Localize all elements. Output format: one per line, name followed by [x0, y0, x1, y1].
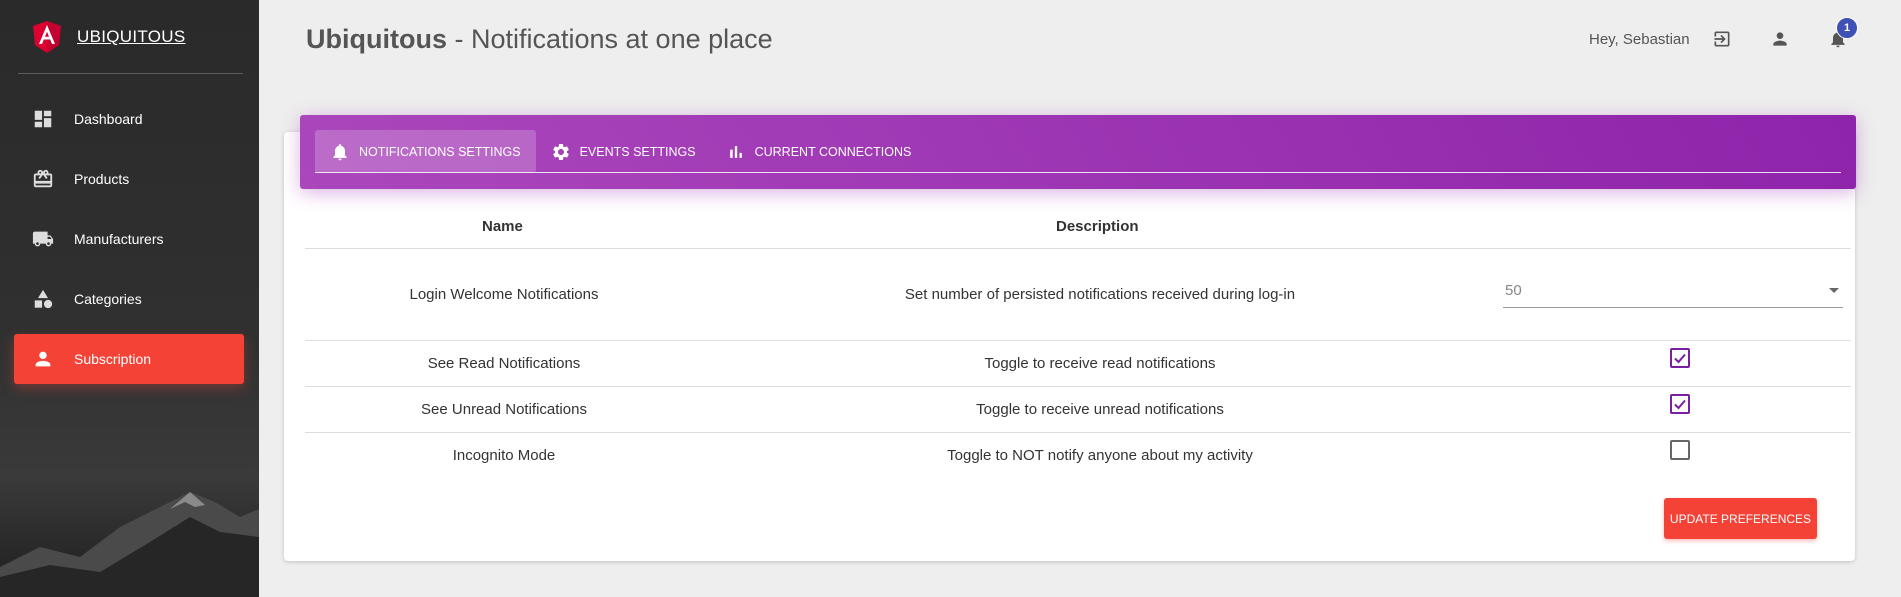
incognito-mode-checkbox[interactable]: [1670, 440, 1690, 460]
table-divider: [305, 386, 1851, 387]
settings-tabs: Notifications Settings Events Settings C…: [315, 130, 926, 173]
page-title-bold: Ubiquitous: [306, 24, 447, 54]
sidebar-item-label: Products: [74, 171, 130, 187]
row-name-see-read: See Read Notifications: [427, 355, 581, 372]
products-icon: [31, 167, 55, 191]
row-description-incognito: Toggle to NOT notify anyone about my act…: [947, 447, 1253, 464]
dashboard-icon: [31, 107, 55, 131]
user-greeting: Hey, Sebastian: [1589, 31, 1690, 48]
sidebar-item-label: Dashboard: [74, 111, 143, 127]
notification-count-badge: 1: [1836, 17, 1858, 39]
dropdown-arrow-icon: [1829, 288, 1839, 293]
brand-divider: [18, 73, 243, 74]
row-name-incognito: Incognito Mode: [452, 447, 556, 464]
page-title-rest: - Notifications at one place: [446, 24, 773, 54]
sidebar-item-manufacturers[interactable]: Manufacturers: [14, 214, 244, 264]
sidebar-item-products[interactable]: Products: [14, 154, 244, 204]
person-icon: [31, 347, 55, 371]
table-divider: [305, 248, 1851, 249]
checkmark-icon: [1674, 353, 1686, 364]
sidebar-item-dashboard[interactable]: Dashboard: [14, 94, 244, 144]
brand-name[interactable]: UBIQUITOUS: [77, 27, 185, 47]
select-value: 50: [1505, 282, 1522, 299]
sidebar-item-label: Subscription: [74, 351, 152, 367]
checkmark-icon: [1674, 399, 1686, 410]
tab-label: Events Settings: [579, 144, 696, 159]
page-title: Ubiquitous - Notifications at one place: [306, 24, 773, 55]
table-divider: [305, 432, 1851, 433]
sidebar-item-categories[interactable]: Categories: [14, 274, 244, 324]
row-description-see-read: Toggle to receive read notifications: [984, 355, 1216, 372]
settings-card: [284, 132, 1855, 561]
tab-current-connections[interactable]: Current Connections: [711, 130, 927, 173]
row-name-see-unread: See Unread Notifications: [421, 401, 587, 418]
row-description-login-welcome: Set number of persisted notifications re…: [904, 286, 1296, 303]
tab-label: Notifications Settings: [359, 144, 521, 159]
table-divider: [305, 340, 1851, 341]
category-icon: [31, 287, 55, 311]
row-name-login-welcome: Login Welcome Notifications: [409, 286, 599, 303]
brand[interactable]: UBIQUITOUS: [0, 0, 259, 74]
tab-notifications-settings[interactable]: Notifications Settings: [315, 130, 536, 173]
column-header-description: Description: [1056, 218, 1139, 235]
top-bar: Ubiquitous - Notifications at one place …: [259, 0, 1901, 80]
update-preferences-button[interactable]: Update Preferences: [1664, 498, 1817, 539]
sidebar-nav: Dashboard Products Manufacturers Categor…: [14, 94, 244, 394]
sidebar-item-label: Manufacturers: [74, 231, 164, 247]
tab-label: Current Connections: [754, 144, 912, 159]
sidebar-background-image: [0, 492, 259, 597]
see-unread-notifications-checkbox[interactable]: [1670, 394, 1690, 414]
truck-icon: [31, 227, 55, 251]
tabs-underline: [315, 172, 1841, 173]
sidebar-item-subscription[interactable]: Subscription: [14, 334, 244, 384]
see-read-notifications-checkbox[interactable]: [1670, 348, 1690, 368]
column-header-name: Name: [482, 218, 523, 235]
signal-bars-icon: [729, 145, 742, 158]
logout-icon[interactable]: [1710, 27, 1734, 51]
settings-card-header: Notifications Settings Events Settings C…: [300, 115, 1856, 189]
bell-icon: [333, 143, 347, 160]
row-description-see-unread: Toggle to receive unread notifications: [976, 401, 1224, 418]
user-profile-icon[interactable]: [1768, 27, 1792, 51]
tab-events-settings[interactable]: Events Settings: [536, 130, 711, 173]
sidebar-item-label: Categories: [74, 291, 142, 307]
login-notifications-count-select[interactable]: 50: [1503, 280, 1843, 308]
angular-logo-icon: [33, 21, 61, 53]
sidebar: UBIQUITOUS Dashboard Products Manufactur…: [0, 0, 259, 597]
gear-icon: [552, 143, 569, 160]
